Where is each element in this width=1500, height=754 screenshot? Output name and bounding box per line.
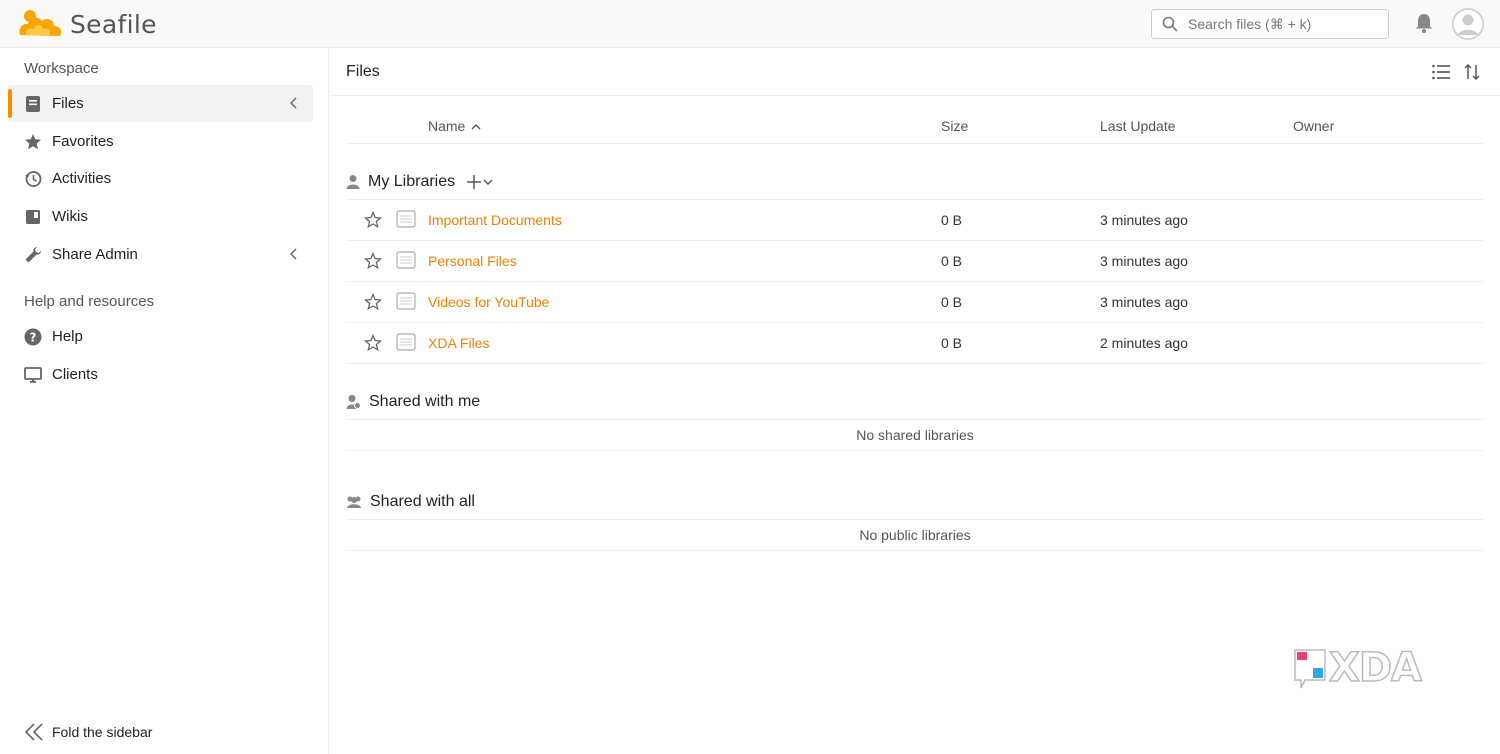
sidebar-item-label: Files <box>52 95 84 112</box>
shared-with-all-title: Shared with all <box>370 492 475 510</box>
library-size: 0 B <box>941 253 963 269</box>
shared-with-all-heading: Shared with all <box>346 484 1484 520</box>
sidebar-item-share-admin[interactable]: Share Admin <box>8 236 313 273</box>
library-icon <box>396 333 416 351</box>
sidebar-item-wikis[interactable]: Wikis <box>8 198 313 235</box>
chevron-left-icon[interactable] <box>289 96 299 110</box>
list-view-icon[interactable] <box>1431 63 1451 81</box>
fold-sidebar-button[interactable]: Fold the sidebar <box>24 722 152 742</box>
main-header: Files <box>330 48 1500 96</box>
sidebar-item-label: Favorites <box>52 133 114 150</box>
favorite-star-icon[interactable] <box>364 252 382 270</box>
library-icon <box>396 292 416 310</box>
sidebar-item-help[interactable]: ? Help <box>8 318 313 355</box>
sidebar-item-activities[interactable]: Activities <box>8 160 313 197</box>
library-size: 0 B <box>941 294 963 310</box>
column-owner: Owner <box>1293 118 1335 134</box>
search-icon <box>1162 16 1178 32</box>
library-name-link[interactable]: Personal Files <box>428 253 517 269</box>
library-last-update: 2 minutes ago <box>1100 335 1188 351</box>
sidebar: Workspace Files Favorites Activities Wik… <box>0 48 329 754</box>
library-size: 0 B <box>941 212 963 228</box>
table-row[interactable]: Important Documents 0 B 3 minutes ago <box>346 200 1484 241</box>
favorite-star-icon[interactable] <box>364 211 382 229</box>
sidebar-item-label: Help <box>52 328 83 345</box>
sidebar-item-label: Share Admin <box>52 246 138 263</box>
table-row[interactable]: Videos for YouTube 0 B 3 minutes ago <box>346 282 1484 323</box>
sidebar-item-label: Clients <box>52 366 98 383</box>
files-icon <box>24 95 42 113</box>
my-libraries-heading: My Libraries <box>346 164 1484 200</box>
sort-icon[interactable] <box>1463 63 1481 81</box>
table-row[interactable]: Personal Files 0 B 3 minutes ago <box>346 241 1484 282</box>
plus-icon <box>467 174 482 189</box>
shared-with-me-title: Shared with me <box>369 392 481 410</box>
monitor-icon <box>24 366 42 384</box>
chevron-down-icon <box>483 179 493 185</box>
history-icon <box>24 170 42 188</box>
group-icon <box>347 496 361 508</box>
search-box[interactable] <box>1151 9 1389 39</box>
column-name[interactable]: Name <box>428 118 481 134</box>
search-input[interactable] <box>1188 16 1378 32</box>
sort-up-icon <box>471 124 481 130</box>
notification-bell-icon[interactable] <box>1413 12 1435 34</box>
library-last-update: 3 minutes ago <box>1100 294 1188 310</box>
wrench-icon <box>24 246 42 264</box>
favorite-star-icon[interactable] <box>364 334 382 352</box>
logo-text: Seafile <box>70 9 157 39</box>
sidebar-item-label: Activities <box>52 170 112 187</box>
my-libraries-title: My Libraries <box>368 172 456 190</box>
help-icon: ? <box>24 328 42 346</box>
svg-text:?: ? <box>30 330 37 344</box>
chevron-left-icon[interactable] <box>289 247 299 261</box>
shared-with-me-heading: Shared with me <box>346 384 1484 420</box>
favorite-star-icon[interactable] <box>364 293 382 311</box>
sidebar-item-clients[interactable]: Clients <box>8 356 313 393</box>
xda-watermark-text: XDA <box>1328 644 1423 692</box>
star-icon <box>24 133 42 151</box>
library-last-update: 3 minutes ago <box>1100 212 1188 228</box>
xda-watermark: XDA <box>1293 644 1423 692</box>
wiki-icon <box>24 208 42 226</box>
column-size[interactable]: Size <box>941 118 968 134</box>
seafile-logo[interactable]: Seafile <box>16 6 157 42</box>
library-icon <box>396 251 416 269</box>
double-chevron-left-icon <box>24 723 43 741</box>
library-icon <box>396 210 416 228</box>
sidebar-item-files[interactable]: Files <box>8 85 313 122</box>
user-avatar-icon <box>1452 8 1484 40</box>
no-shared-libraries-message: No shared libraries <box>346 420 1484 451</box>
library-name-link[interactable]: Videos for YouTube <box>428 294 549 310</box>
library-size: 0 B <box>941 335 963 351</box>
seafile-logo-icon <box>19 10 62 36</box>
column-name-label: Name <box>428 118 466 134</box>
top-header: Seafile <box>0 0 1500 48</box>
library-last-update: 3 minutes ago <box>1100 253 1188 269</box>
library-name-link[interactable]: XDA Files <box>428 335 489 351</box>
table-row[interactable]: XDA Files 0 B 2 minutes ago <box>346 323 1484 364</box>
library-name-link[interactable]: Important Documents <box>428 212 562 228</box>
add-library-button[interactable] <box>467 174 493 189</box>
no-public-libraries-message: No public libraries <box>346 520 1484 551</box>
table-header: Name Size Last Update Owner <box>346 110 1484 144</box>
shared-user-icon <box>346 394 361 409</box>
workspace-heading: Workspace <box>24 60 99 77</box>
sidebar-item-label: Wikis <box>52 208 88 225</box>
help-resources-heading: Help and resources <box>24 293 155 310</box>
xda-logo-icon <box>1294 649 1326 689</box>
column-last-update[interactable]: Last Update <box>1100 118 1176 134</box>
page-title: Files <box>346 63 380 80</box>
sidebar-item-favorites[interactable]: Favorites <box>8 123 313 160</box>
fold-sidebar-label: Fold the sidebar <box>52 724 153 740</box>
user-avatar[interactable] <box>1452 8 1484 40</box>
user-icon <box>346 174 360 189</box>
